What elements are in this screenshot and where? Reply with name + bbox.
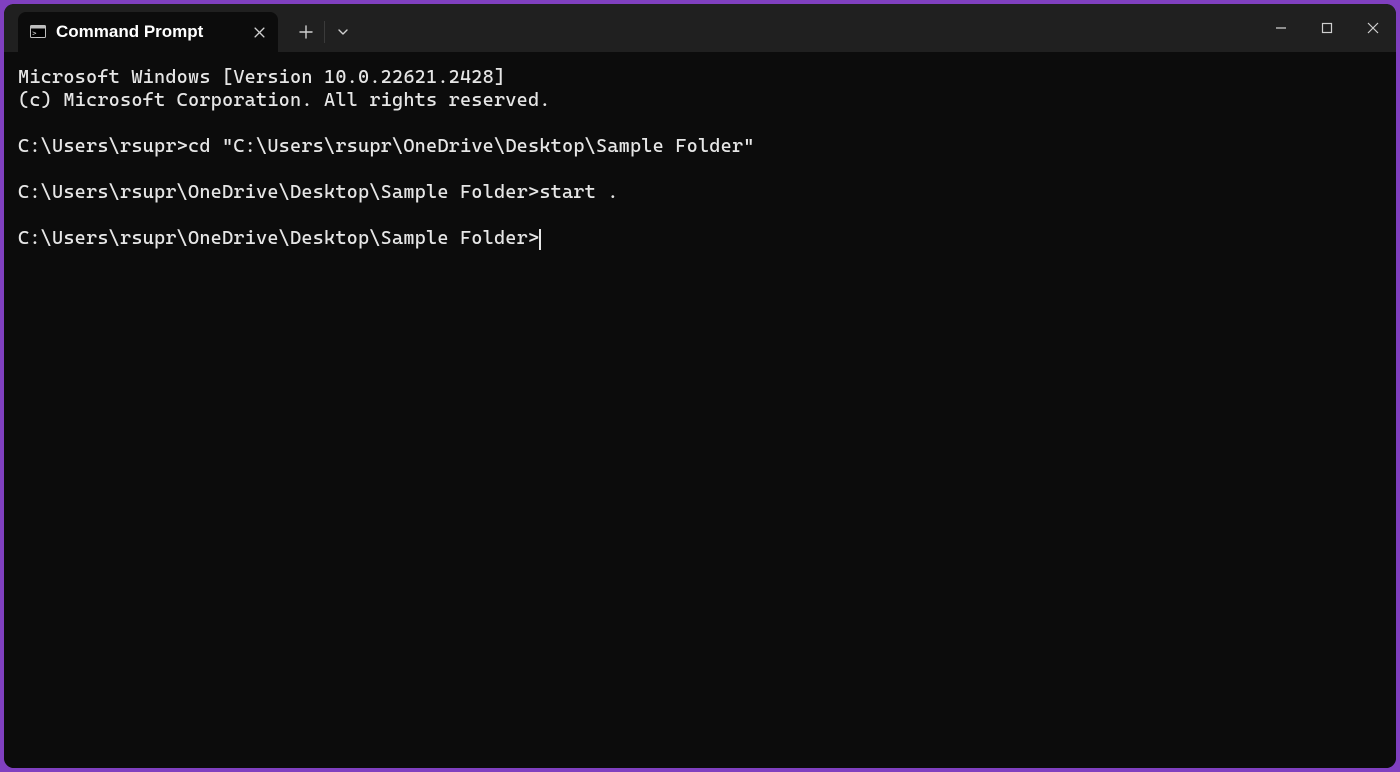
maximize-button[interactable]	[1304, 4, 1350, 52]
new-tab-button[interactable]	[288, 12, 324, 52]
window-controls	[1258, 4, 1396, 52]
minimize-icon	[1275, 22, 1287, 34]
command-text: start .	[539, 181, 618, 203]
close-icon	[254, 27, 265, 38]
text-cursor	[539, 229, 541, 250]
close-tab-button[interactable]	[250, 23, 268, 41]
svg-text:>_: >_	[32, 30, 41, 38]
titlebar-drag-region[interactable]	[361, 4, 1258, 52]
prompt: C:\Users\rsupr\OneDrive\Desktop\Sample F…	[18, 227, 539, 249]
chevron-down-icon	[337, 26, 349, 38]
terminal-window: >_ Command Prompt	[4, 4, 1396, 768]
prompt: C:\Users\rsupr>	[18, 135, 188, 157]
titlebar[interactable]: >_ Command Prompt	[4, 4, 1396, 52]
maximize-icon	[1321, 22, 1333, 34]
terminal-icon: >_	[30, 24, 46, 40]
minimize-button[interactable]	[1258, 4, 1304, 52]
copyright-line: (c) Microsoft Corporation. All rights re…	[18, 89, 551, 111]
command-text: cd "C:\Users\rsupr\OneDrive\Desktop\Samp…	[188, 135, 755, 157]
close-icon	[1367, 22, 1379, 34]
tab-title: Command Prompt	[56, 22, 240, 42]
close-window-button[interactable]	[1350, 4, 1396, 52]
plus-icon	[299, 25, 313, 39]
prompt: C:\Users\rsupr\OneDrive\Desktop\Sample F…	[18, 181, 539, 203]
terminal-output[interactable]: Microsoft Windows [Version 10.0.22621.24…	[4, 52, 1396, 768]
tabs-area: >_ Command Prompt	[4, 4, 278, 52]
tab-dropdown-button[interactable]	[325, 12, 361, 52]
version-line: Microsoft Windows [Version 10.0.22621.24…	[18, 66, 505, 88]
tab-command-prompt[interactable]: >_ Command Prompt	[18, 12, 278, 52]
